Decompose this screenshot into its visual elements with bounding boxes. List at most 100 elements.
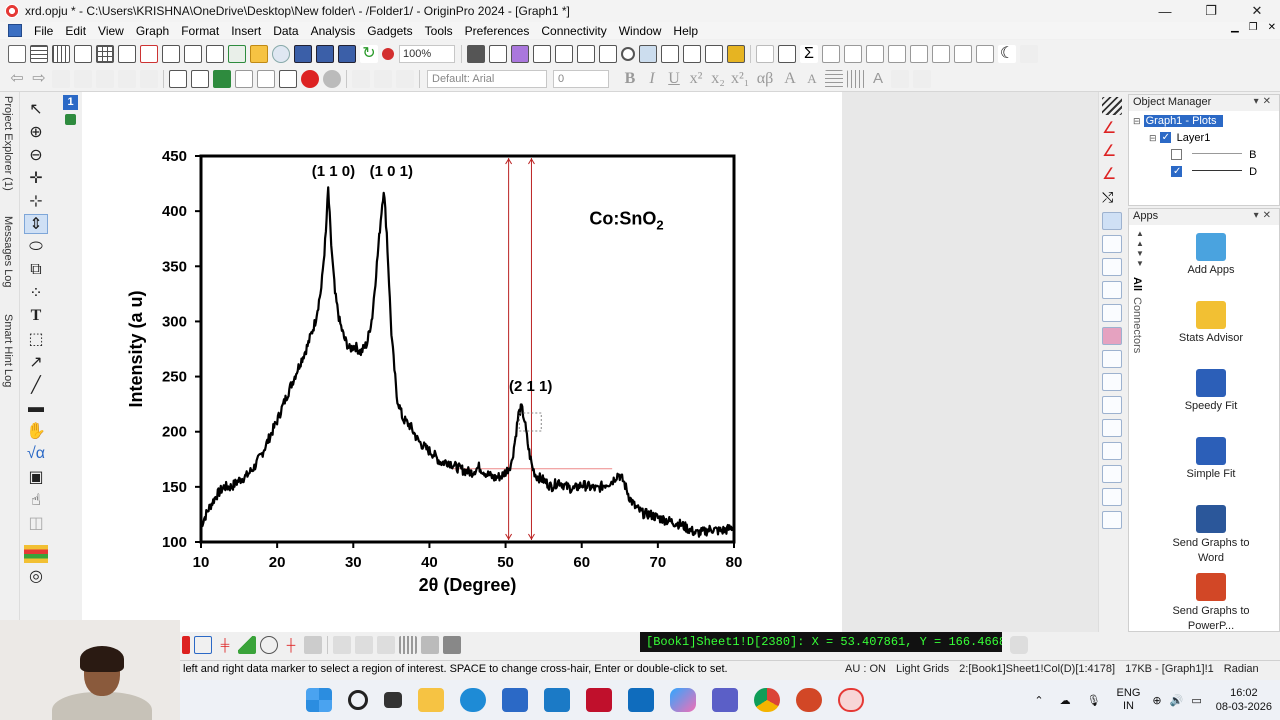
layout-1-icon[interactable] [1102, 235, 1122, 253]
layer-checkbox[interactable] [1159, 130, 1171, 146]
add-layer-icon[interactable] [756, 44, 774, 63]
menu-format[interactable]: Format [175, 24, 225, 38]
command-window-icon[interactable] [577, 44, 595, 63]
new-workbook-icon[interactable] [30, 44, 48, 63]
store-icon[interactable] [502, 688, 528, 712]
app-add-apps[interactable]: Add Apps [1151, 233, 1271, 276]
moon-icon[interactable]: ☾ [998, 44, 1016, 63]
open-template-icon[interactable] [206, 44, 224, 63]
tray-overflow-icon[interactable]: ⌃ [1034, 694, 1043, 707]
outlook-icon[interactable] [628, 688, 654, 712]
console-icon[interactable] [705, 44, 723, 63]
rectangle-select-icon[interactable]: ⬚ [24, 329, 48, 349]
more-toolbar-icon[interactable] [1020, 44, 1038, 63]
data-selector-icon[interactable] [182, 636, 190, 654]
collapse-layer-icon[interactable]: ⊟ [1149, 133, 1157, 143]
insert-graph-icon[interactable]: ▣ [24, 467, 48, 487]
status-angle-unit[interactable]: Radian [1219, 663, 1264, 675]
pattern-icon[interactable] [913, 70, 931, 88]
layer-2-icon[interactable] [355, 636, 373, 654]
font-select[interactable]: Default: Arial [427, 70, 547, 88]
project-explorer-icon[interactable] [599, 44, 617, 63]
new-function-icon[interactable] [118, 44, 136, 63]
rescale-icon[interactable]: ⤭ [1102, 189, 1122, 207]
matrix-icon[interactable] [257, 70, 275, 88]
edge-icon[interactable] [460, 688, 486, 712]
maximize-button[interactable]: ❐ [1188, 0, 1234, 22]
find-in-project-icon[interactable] [639, 44, 657, 63]
filter-icon[interactable] [932, 44, 950, 63]
add-columns-icon[interactable] [169, 70, 187, 88]
filter-reapply-icon[interactable] [976, 44, 994, 63]
new-project-icon[interactable] [8, 44, 26, 63]
rescale-x-icon[interactable]: ∠ [1102, 120, 1122, 138]
save-window-icon[interactable] [316, 44, 334, 63]
move-hand-icon[interactable]: ☝ [24, 490, 48, 510]
underline-button[interactable]: U [665, 70, 683, 88]
start-icon[interactable] [306, 688, 332, 712]
rectangle-tool-icon[interactable]: ▬ [24, 398, 48, 418]
network-status-icon[interactable]: ☁ [1060, 694, 1071, 707]
file-explorer-icon[interactable] [418, 688, 444, 712]
paste-icon[interactable] [396, 70, 414, 88]
fill-color-icon[interactable] [891, 70, 909, 88]
mdi-restore-icon[interactable]: ❐ [1249, 22, 1258, 33]
square-icon[interactable] [443, 636, 461, 654]
equation-tool-icon[interactable]: √α [24, 444, 48, 464]
layout-3-icon[interactable] [1102, 281, 1122, 299]
stop-icon[interactable] [382, 47, 394, 60]
layout-13-icon[interactable] [1102, 511, 1122, 529]
layout-2-icon[interactable] [1102, 258, 1122, 276]
recalculate-icon[interactable]: ↻ [360, 44, 378, 63]
battery-icon[interactable]: ▭ [1191, 694, 1201, 707]
layer-3-icon[interactable] [377, 636, 395, 654]
system-clock[interactable]: 16:02 08-03-2026 [1216, 686, 1272, 714]
dell-icon[interactable] [544, 688, 570, 712]
menu-data[interactable]: Data [267, 24, 304, 38]
layer-number-button[interactable]: 1 [63, 95, 78, 110]
menu-tools[interactable]: Tools [419, 24, 459, 38]
peak-label-110[interactable]: (1 1 0) [312, 163, 355, 180]
menu-preferences[interactable]: Preferences [459, 24, 536, 38]
apps-tab-all[interactable]: All [1131, 277, 1143, 291]
import-icon[interactable] [228, 44, 246, 63]
bar-chart-icon[interactable] [888, 44, 906, 63]
close-button[interactable]: ✕ [1234, 0, 1280, 22]
teams-icon[interactable] [712, 688, 738, 712]
new-3d-icon[interactable] [184, 44, 202, 63]
copy-icon[interactable] [374, 70, 392, 88]
layer-1-icon[interactable] [333, 636, 351, 654]
mdi-minimize-icon[interactable]: ▁ [1231, 22, 1239, 33]
sum-icon[interactable]: Σ [800, 44, 818, 63]
text-tool-icon[interactable]: T [24, 306, 48, 326]
results-log-icon[interactable] [555, 44, 573, 63]
minimize-button[interactable]: — [1142, 0, 1188, 22]
open-folder-icon[interactable] [250, 44, 268, 63]
apps-panel-controls-icon[interactable]: ▾✕ [1254, 210, 1275, 224]
graph-window-icon[interactable] [8, 24, 22, 37]
peak-label-101[interactable]: (1 0 1) [370, 163, 413, 180]
powerpoint-icon[interactable] [796, 688, 822, 712]
mask-tool-icon[interactable]: ⬭ [24, 237, 48, 257]
graph-page[interactable]: 10 20 30 40 50 60 70 80 100 150 200 250 300 350 400 45… [82, 92, 842, 632]
packages-icon[interactable] [727, 44, 745, 63]
layout-12-icon[interactable] [1102, 488, 1122, 506]
pattern-fill-icon[interactable] [421, 636, 439, 654]
app-send-graphs-powerpoint[interactable]: Send Graphs to PowerP... [1151, 573, 1271, 634]
mountain-fill-icon[interactable] [238, 636, 256, 654]
screen-reader-icon[interactable] [1010, 636, 1028, 654]
tree-graph-root[interactable]: ⊟ Graph1 - Plots [1133, 113, 1223, 129]
row-numbers-icon[interactable] [191, 70, 209, 88]
error-bar-icon[interactable]: ┼ [282, 636, 300, 654]
subscript-button[interactable]: x₂ [709, 70, 727, 88]
undo-icon[interactable] [140, 70, 158, 88]
new-graph-icon[interactable] [74, 44, 92, 63]
cloud-icon[interactable] [272, 44, 290, 63]
grid-icon[interactable] [399, 636, 417, 654]
volume-icon[interactable]: 🔊 [1170, 694, 1184, 707]
pin-icon[interactable] [118, 70, 136, 88]
sample-label[interactable]: Co:SnO2 [589, 208, 663, 232]
cylinder-icon[interactable] [323, 70, 341, 88]
find-icon[interactable] [621, 46, 635, 61]
peak-label-211[interactable]: (2 1 1) [509, 378, 552, 395]
